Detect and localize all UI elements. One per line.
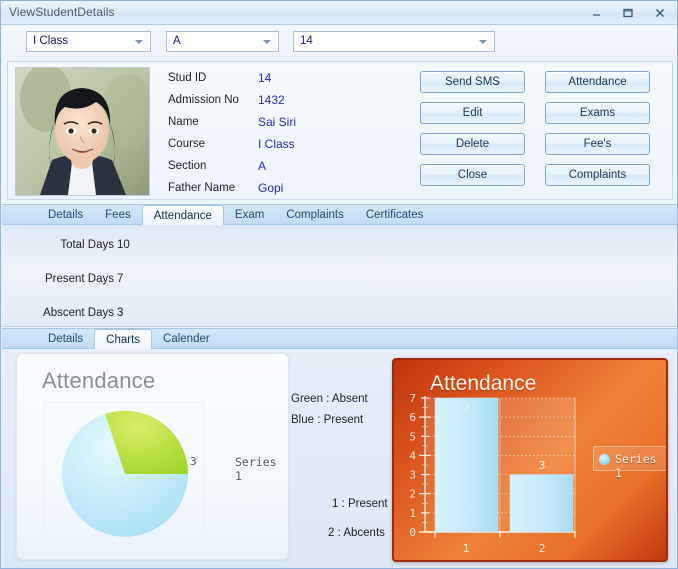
minimize-icon[interactable] xyxy=(585,3,607,22)
svg-text:4: 4 xyxy=(409,449,416,462)
field-label: Admission No xyxy=(168,94,239,106)
field-father-name: Father Name Gopi xyxy=(168,180,408,202)
edit-button[interactable]: Edit xyxy=(420,102,525,124)
field-value: Sai Siri xyxy=(258,115,297,129)
pie-legend-series: Series 1 xyxy=(235,455,277,483)
complaints-button[interactable]: Complaints xyxy=(545,164,650,186)
field-name: Name Sai Siri xyxy=(168,114,408,136)
charts-area: Attendance 3 Series 1 Green: Absent Blu… xyxy=(2,349,677,568)
tab-details[interactable]: Details xyxy=(37,205,94,226)
main-tabs: Details Fees Attendance Exam Complaints … xyxy=(37,205,434,226)
tab-calender[interactable]: Calender xyxy=(152,329,221,350)
svg-text:3: 3 xyxy=(409,469,416,482)
chevron-down-icon xyxy=(135,40,143,44)
send-sms-button[interactable]: Send SMS xyxy=(420,71,525,93)
action-button-grid: Send SMS Attendance Edit Exams Delete Fe… xyxy=(420,71,665,186)
window-controls xyxy=(585,3,671,22)
field-label: Section xyxy=(168,160,207,172)
tab-lower-details[interactable]: Details xyxy=(37,329,94,350)
attendance-summary-panel: Total Days 10 Present Days 7 Abscent Day… xyxy=(2,225,677,327)
pie-data-label-absent: 3 xyxy=(190,455,197,468)
pie-plot-area: 3 7 xyxy=(44,402,204,544)
tab-attendance[interactable]: Attendance xyxy=(141,205,224,226)
class-dropdown-value: I Class xyxy=(33,35,69,47)
row-value: 3 xyxy=(117,307,124,319)
pie-chart-card: Attendance 3 Series 1 xyxy=(16,353,289,560)
legend-green-absent: Green : Absent xyxy=(291,393,368,405)
exams-button[interactable]: Exams xyxy=(545,102,650,124)
legend-blue-present: Blue : Present xyxy=(291,414,364,426)
legend-two-abcents: 2 : Abcents xyxy=(328,527,385,539)
window-title: ViewStudentDetails xyxy=(9,5,115,19)
maximize-icon[interactable] xyxy=(617,3,639,22)
svg-text:5: 5 xyxy=(409,430,416,443)
field-label: Father Name xyxy=(168,182,236,194)
field-stud-id: Stud ID 14 xyxy=(168,70,408,92)
student-info-panel: Stud ID 14 Admission No 1432 Name Sai Si… xyxy=(7,61,673,200)
field-value: 14 xyxy=(258,71,272,85)
field-label: Name xyxy=(168,116,199,128)
svg-text:6: 6 xyxy=(409,411,416,424)
lower-tabs: Details Charts Calender xyxy=(37,329,221,350)
field-course: Course I Class xyxy=(168,136,408,158)
row-abscent-days: Abscent Days 3 xyxy=(2,305,302,327)
field-value: 1432 xyxy=(258,93,285,107)
view-student-details-window: ViewStudentDetails I Class A 14 Stud ID … xyxy=(0,0,678,569)
bar-chart-legend: Series 1 xyxy=(593,446,666,480)
main-tab-strip: Details Fees Attendance Exam Complaints … xyxy=(2,204,677,226)
row-label: Present Days xyxy=(44,273,114,285)
field-label: Course xyxy=(168,138,206,150)
student-id-dropdown-value: 14 xyxy=(300,35,313,47)
row-value: 10 xyxy=(117,239,130,251)
field-value: A xyxy=(258,159,267,173)
close-button[interactable]: Close xyxy=(420,164,525,186)
row-total-days: Total Days 10 xyxy=(2,237,302,259)
row-label: Total Days xyxy=(60,239,114,251)
svg-text:7: 7 xyxy=(409,392,416,405)
section-dropdown-value: A xyxy=(173,35,181,47)
lower-tab-strip: Details Charts Calender xyxy=(2,328,677,350)
tab-complaints[interactable]: Complaints xyxy=(275,205,355,226)
row-present-days: Present Days 7 xyxy=(2,271,302,293)
chevron-down-icon xyxy=(479,40,487,44)
student-field-list: Stud ID 14 Admission No 1432 Name Sai Si… xyxy=(168,70,408,202)
student-id-dropdown[interactable]: 14 xyxy=(293,31,495,52)
bar-chart-card: Attendance 0 1 2 3 4 5 6 7 7 3 1 2 Serie… xyxy=(392,358,668,562)
svg-text:1: 1 xyxy=(463,542,470,555)
svg-text:2: 2 xyxy=(409,488,416,501)
field-section: Section A xyxy=(168,158,408,180)
legend-marker-icon xyxy=(599,454,610,465)
tab-fees[interactable]: Fees xyxy=(94,205,142,226)
svg-text:7: 7 xyxy=(463,402,470,415)
svg-text:0: 0 xyxy=(409,526,416,539)
row-label: Abscent Days xyxy=(43,307,114,319)
attendance-button[interactable]: Attendance xyxy=(545,71,650,93)
field-value: I Class xyxy=(258,137,295,151)
svg-text:1: 1 xyxy=(409,507,416,520)
field-value: Gopi xyxy=(258,181,284,195)
title-bar: ViewStudentDetails xyxy=(1,1,677,25)
close-icon[interactable] xyxy=(649,3,671,22)
pie-chart-svg xyxy=(62,410,188,537)
tab-charts[interactable]: Charts xyxy=(94,329,153,350)
class-dropdown[interactable]: I Class xyxy=(26,31,151,52)
legend-one-present: 1 : Present xyxy=(332,498,388,510)
tab-exam[interactable]: Exam xyxy=(224,205,275,226)
svg-text:2: 2 xyxy=(539,542,546,555)
pie-chart-title: Attendance xyxy=(42,368,156,393)
tab-certificates[interactable]: Certificates xyxy=(355,205,435,226)
row-value: 7 xyxy=(117,273,124,285)
svg-text:3: 3 xyxy=(539,459,546,472)
student-photo xyxy=(15,67,150,196)
chevron-down-icon xyxy=(263,40,271,44)
filter-bar: I Class A 14 xyxy=(1,26,677,58)
section-dropdown[interactable]: A xyxy=(166,31,279,52)
fees-button[interactable]: Fee's xyxy=(545,133,650,155)
delete-button[interactable]: Delete xyxy=(420,133,525,155)
bar-legend-series-label: Series 1 xyxy=(615,452,657,480)
field-admission-no: Admission No 1432 xyxy=(168,92,408,114)
field-label: Stud ID xyxy=(168,72,207,84)
